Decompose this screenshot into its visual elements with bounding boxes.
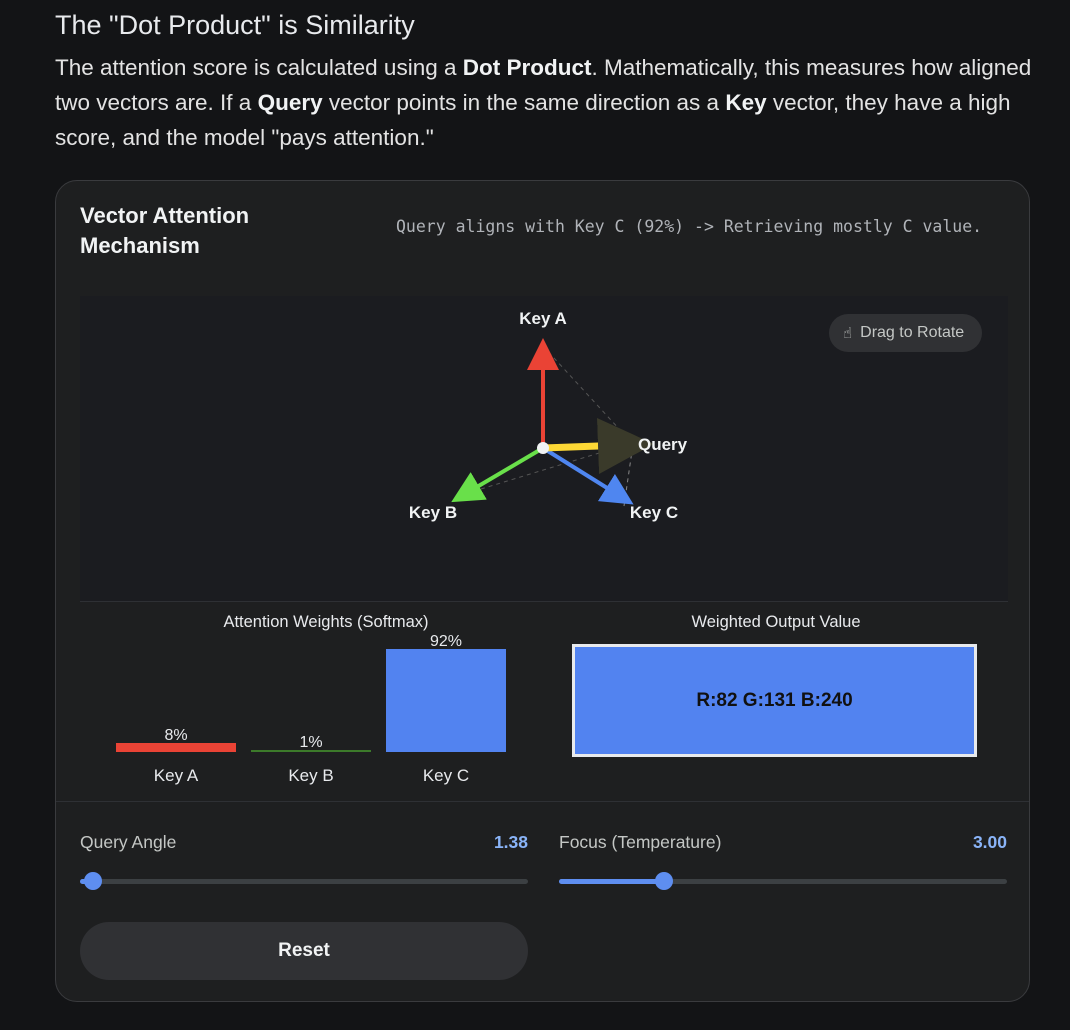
intro-bold-dot-product: Dot Product: [462, 55, 592, 80]
origin-point: [537, 442, 549, 454]
intro-text-1: The attention score is calculated using …: [55, 55, 463, 80]
widget-title: Vector Attention Mechanism: [80, 203, 250, 258]
key-b-label: Key B: [409, 503, 457, 522]
temperature-slider-thumb[interactable]: [655, 872, 674, 890]
query-angle-slider-thumb[interactable]: [84, 872, 103, 890]
key-c-label: Key C: [630, 503, 678, 522]
intro-paragraph: The attention score is calculated using …: [55, 50, 1040, 155]
intro-text-3: vector points in the same direction as a: [322, 90, 726, 115]
query-vector[interactable]: [542, 418, 654, 474]
hand-pointer-icon: ☝: [843, 325, 853, 342]
guide-line-c: [623, 450, 633, 507]
bar-label-key-c: Key C: [422, 766, 470, 785]
bar-key-a: 8% Key A: [116, 656, 236, 796]
drag-to-rotate-hint: ☝ Drag to Rotate: [829, 314, 983, 352]
output-value-title: Weighted Output Value: [691, 613, 861, 631]
query-angle-slider[interactable]: [80, 872, 528, 890]
attention-weights-title: Attention Weights (Softmax): [223, 613, 429, 631]
temperature-slider[interactable]: [559, 872, 1007, 890]
key-a-label: Key A: [519, 309, 567, 328]
attention-widget-card: Vector Attention Mechanism Query aligns …: [55, 180, 1030, 1002]
section-heading: The "Dot Product" is Similarity: [55, 10, 415, 40]
bar-fill-key-c: [386, 649, 506, 752]
bar-key-b: 1% Key B: [251, 656, 371, 796]
status-readout: Query aligns with Key C (92%) -> Retriev…: [396, 217, 983, 236]
bar-value-key-a: 8%: [164, 727, 188, 744]
query-angle-label: Query Angle: [80, 832, 177, 852]
temperature-slider-fill: [559, 879, 665, 884]
intro-bold-query: Query: [257, 90, 323, 115]
bar-key-c: 92% Key C: [386, 633, 506, 796]
temperature-value: 3.00: [972, 832, 1007, 852]
intro-bold-key: Key: [725, 90, 767, 115]
bar-value-key-c: 92%: [429, 633, 463, 650]
reset-button[interactable]: Reset: [80, 922, 528, 980]
bar-label-key-b: Key B: [288, 766, 334, 785]
bar-label-key-a: Key A: [153, 766, 199, 785]
guide-line-a: [542, 345, 633, 444]
query-label: Query: [638, 435, 688, 454]
bar-value-key-b: 1%: [299, 734, 323, 751]
query-angle-value: 1.38: [493, 832, 528, 852]
temperature-label: Focus (Temperature): [559, 832, 722, 852]
key-b-vector: [451, 446, 545, 503]
weighted-output-swatch: R:82 G:131 B:240: [572, 644, 977, 757]
vector-3d-canvas[interactable]: Key A Key B Key C Query ☝ Drag to Rotate: [80, 296, 1008, 602]
attention-weights-chart: 8% Key A 1% Key B 92% Key C: [116, 633, 516, 796]
drag-hint-label: Drag to Rotate: [860, 324, 965, 341]
controls-panel: Query Angle 1.38 Focus (Temperature) 3.0…: [56, 801, 1029, 1001]
key-c-vector: [541, 446, 634, 505]
